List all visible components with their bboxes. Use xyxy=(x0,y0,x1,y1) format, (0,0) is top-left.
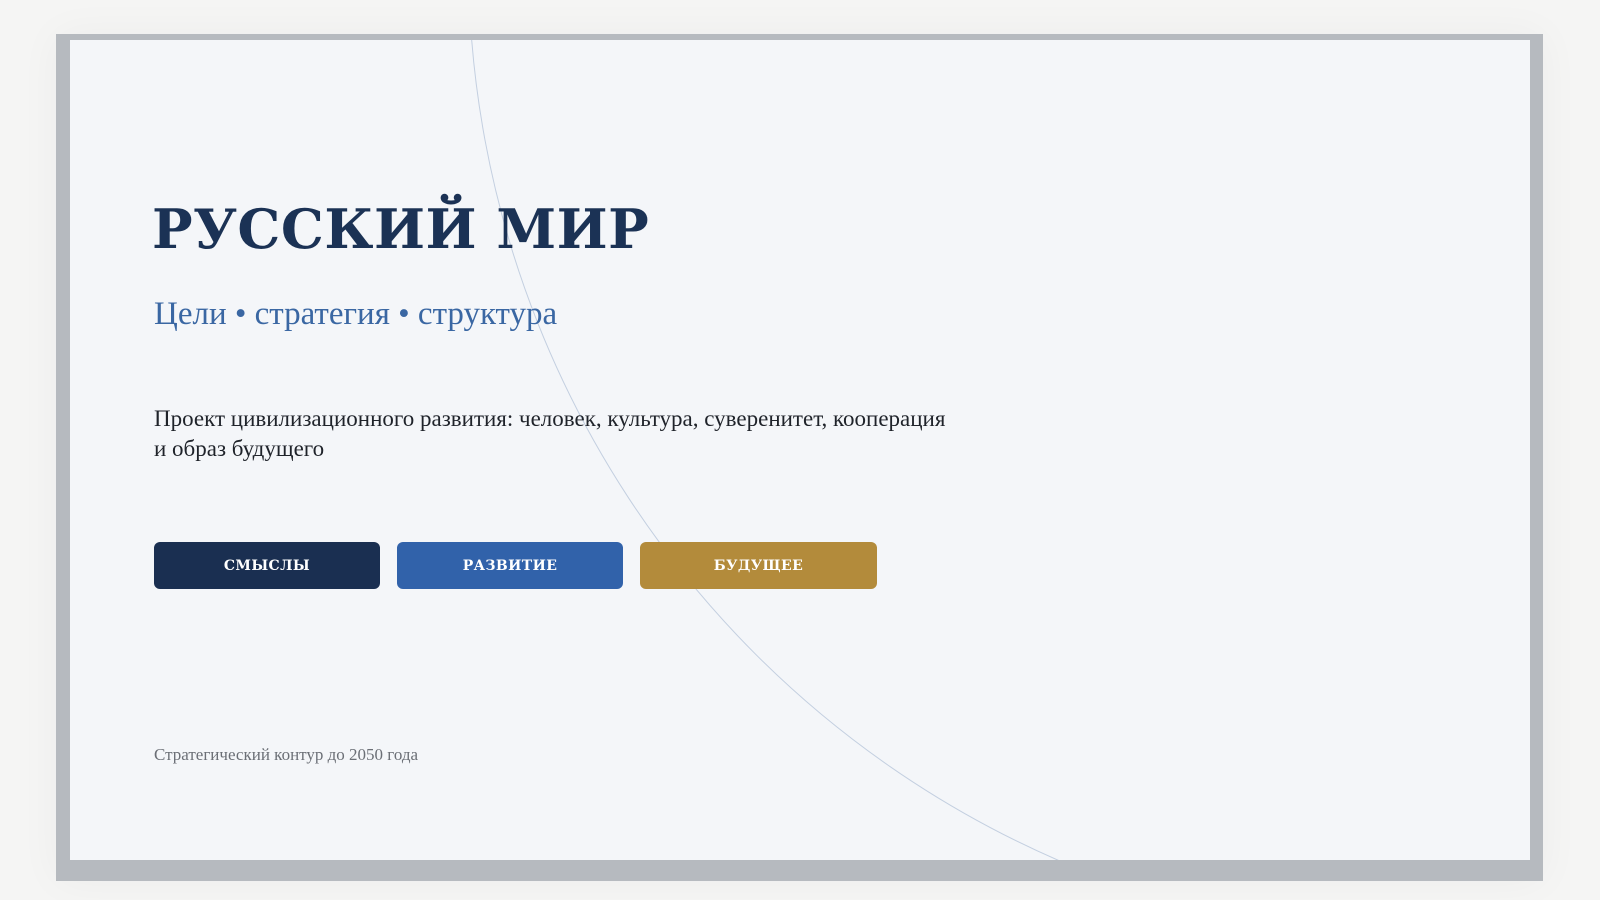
button-row: СМЫСЛЫ РАЗВИТИЕ БУДУЩЕЕ xyxy=(154,542,877,589)
slide-frame: РУССКИЙ МИР Цели • стратегия • структура… xyxy=(56,34,1543,881)
slide-description: Проект цивилизационного развития: челове… xyxy=(154,406,946,461)
future-button[interactable]: БУДУЩЕЕ xyxy=(640,542,877,589)
slide-canvas: РУССКИЙ МИР Цели • стратегия • структура… xyxy=(70,40,1530,860)
meaning-button[interactable]: СМЫСЛЫ xyxy=(154,542,380,589)
slide-title: РУССКИЙ МИР xyxy=(152,197,650,261)
slide-subtitle: Цели • стратегия • структура xyxy=(154,296,558,332)
slide-footnote: Стратегический контур до 2050 года xyxy=(154,745,419,764)
development-button[interactable]: РАЗВИТИЕ xyxy=(397,542,623,589)
